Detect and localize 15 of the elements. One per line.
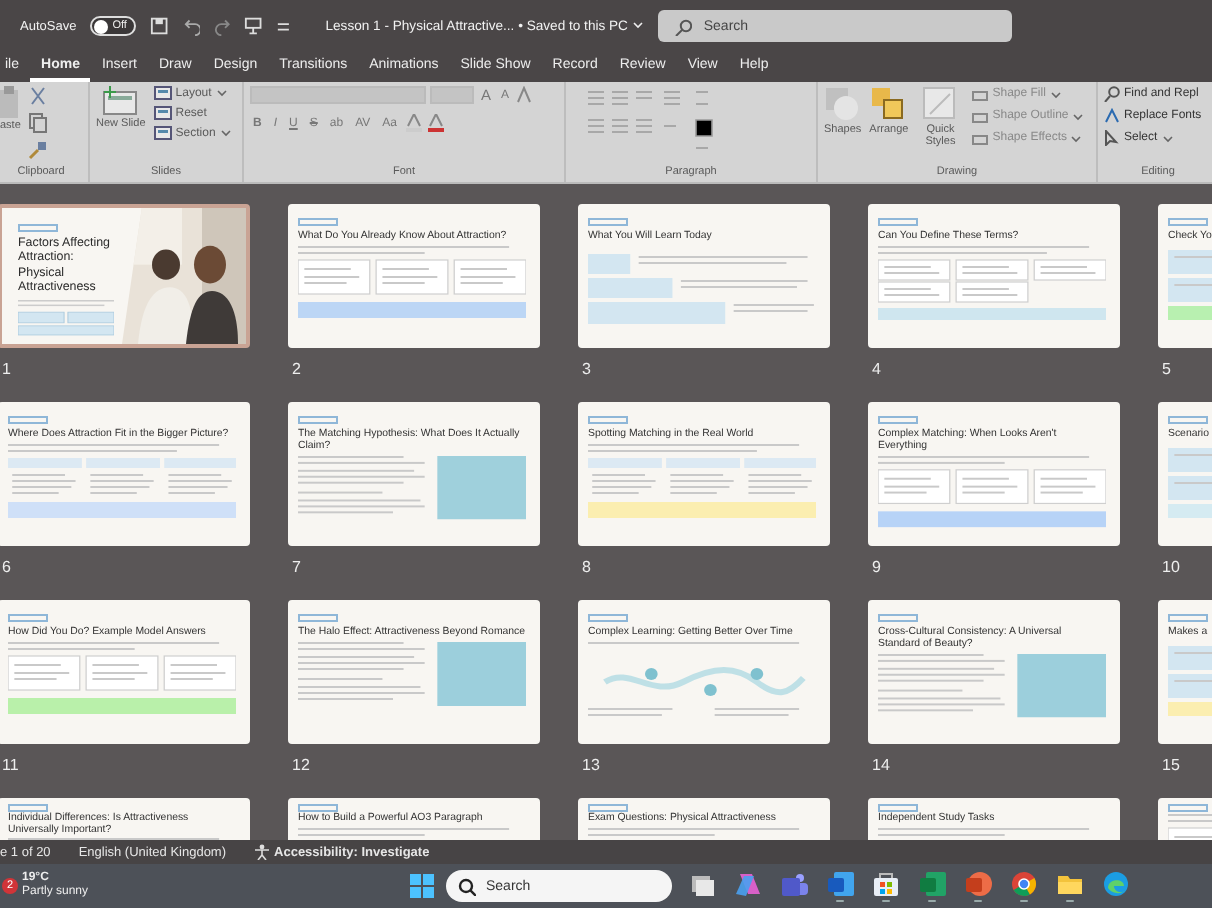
slide-number: 14 <box>870 754 892 778</box>
slide-number: 2 <box>290 358 303 382</box>
slide-number: 1 <box>0 358 13 382</box>
slide-number: 9 <box>870 556 883 580</box>
slide-number: 3 <box>580 358 593 382</box>
slide-number: 12 <box>290 754 312 778</box>
slide-number: 15 <box>1160 754 1182 778</box>
slide-number: 13 <box>580 754 602 778</box>
slide-number: 7 <box>290 556 303 580</box>
slide-number: 5 <box>1160 358 1173 382</box>
slide-number: 8 <box>580 556 593 580</box>
slide-number: 6 <box>0 556 13 580</box>
slide-number: 4 <box>870 358 883 382</box>
slide-number: 11 <box>0 754 21 778</box>
slide-number: 10 <box>1160 556 1182 580</box>
